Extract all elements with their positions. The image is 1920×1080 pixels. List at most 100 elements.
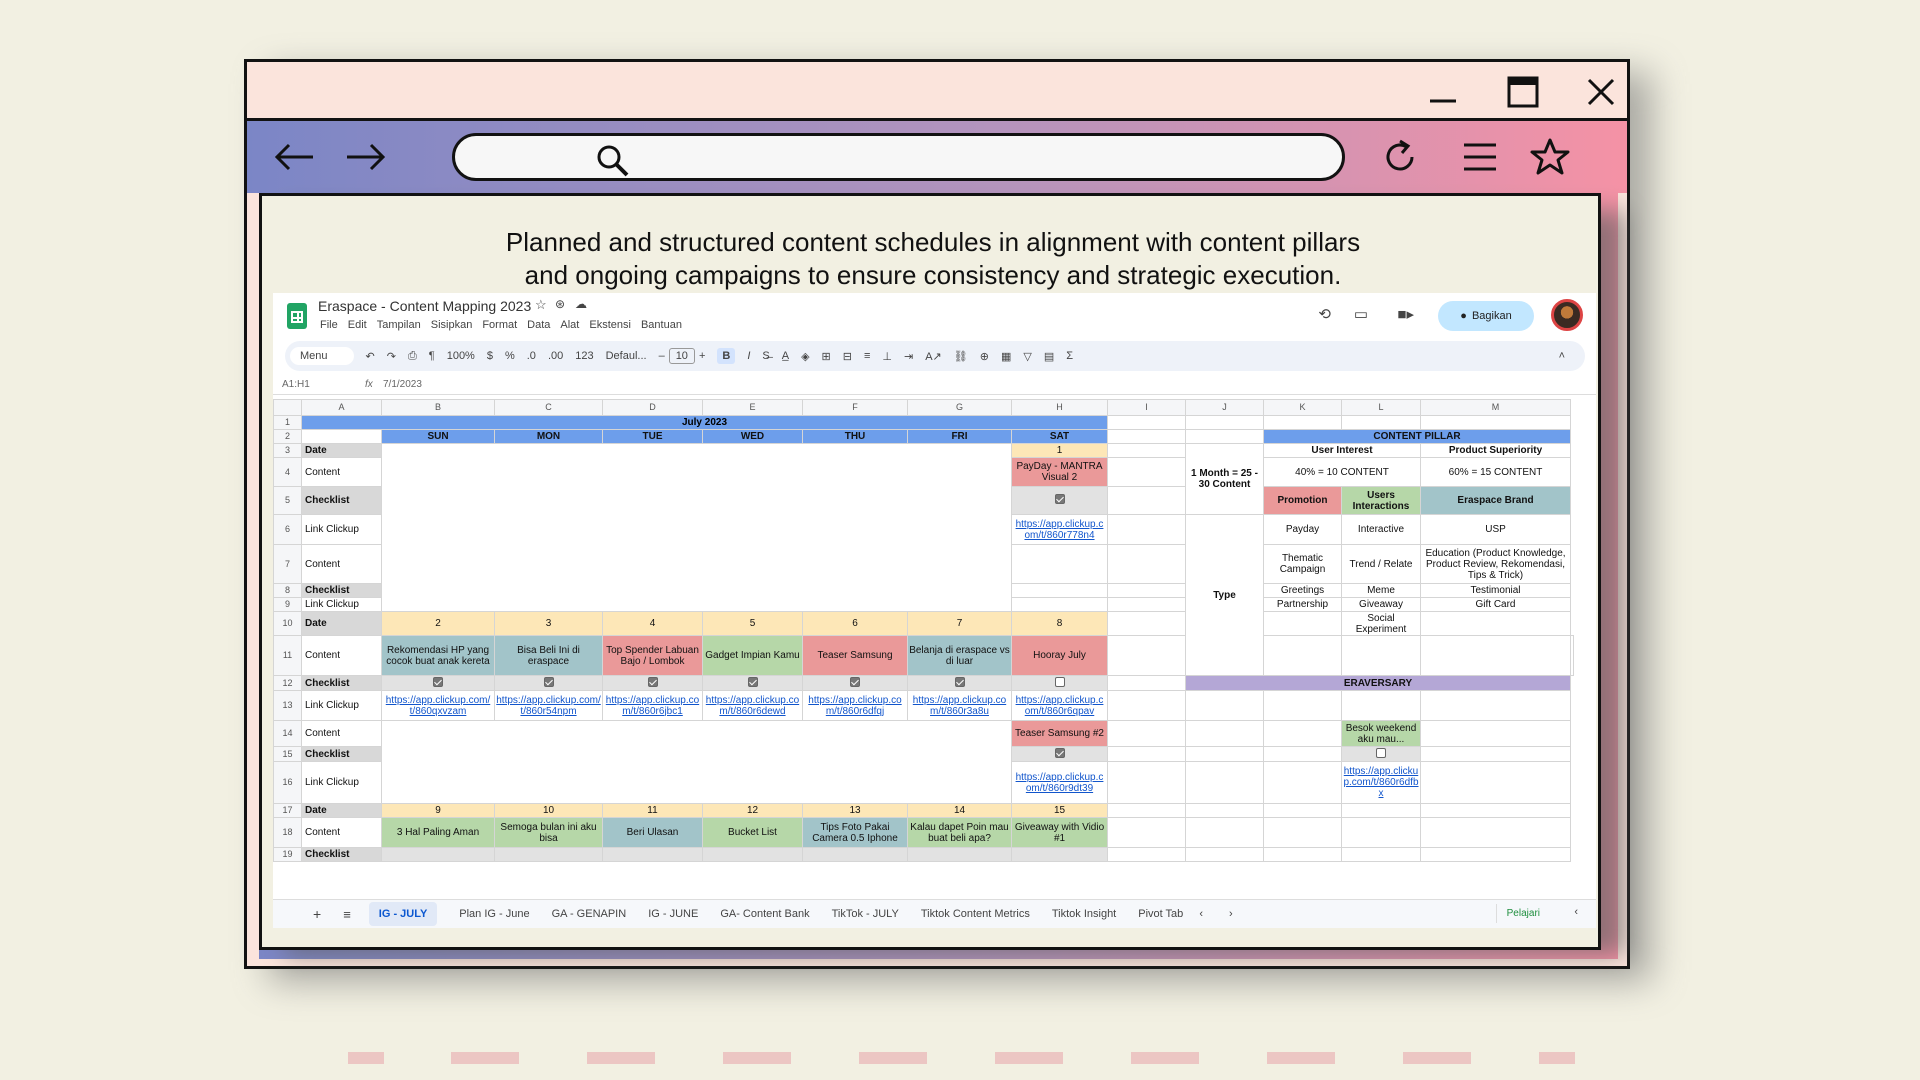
content-cell[interactable]: Teaser Samsung #2 — [1011, 720, 1108, 747]
cell[interactable] — [1263, 720, 1342, 747]
font-select[interactable]: Defaul... — [606, 350, 647, 362]
row-header[interactable]: 16 — [273, 761, 302, 804]
date-cell[interactable]: 1 — [1011, 443, 1108, 458]
arrow-left-icon[interactable] — [267, 133, 323, 181]
redo-icon[interactable]: ↷ — [387, 350, 396, 363]
row-header[interactable]: 8 — [273, 583, 302, 598]
borders-icon[interactable]: ⊞ — [822, 350, 831, 363]
pillar-k[interactable]: Payday — [1263, 514, 1342, 545]
month-title[interactable]: July 2023 — [301, 415, 1108, 430]
cell[interactable] — [802, 847, 908, 862]
align-icon[interactable]: ≡ — [864, 350, 870, 362]
date-cell[interactable]: 15 — [1011, 803, 1108, 818]
day-header[interactable]: THU — [802, 429, 908, 444]
col-header[interactable]: L — [1341, 399, 1421, 416]
checkbox[interactable] — [1054, 747, 1065, 758]
cell[interactable] — [1107, 675, 1186, 691]
collapse-side-icon[interactable]: ‹ — [1574, 906, 1578, 918]
col-header[interactable]: M — [1420, 399, 1571, 416]
hamburger-icon[interactable] — [1452, 133, 1508, 181]
cell[interactable] — [1341, 415, 1421, 430]
link-cell[interactable]: https://app.clickup.com/t/860r9dt39 — [1011, 761, 1108, 804]
content-cell[interactable]: PayDay - MANTRA Visual 2 — [1011, 457, 1108, 487]
cell[interactable] — [1107, 746, 1186, 762]
row-label-checklist[interactable]: Checklist — [301, 583, 382, 598]
row-header[interactable]: 12 — [273, 675, 302, 691]
pillar-m[interactable]: Testimonial — [1420, 583, 1571, 598]
content-cell[interactable]: Bucket List — [702, 817, 803, 848]
menu-help[interactable]: Bantuan — [641, 319, 682, 331]
day-header[interactable]: WED — [702, 429, 803, 444]
cell[interactable] — [1011, 583, 1108, 598]
pillar-title[interactable]: CONTENT PILLAR — [1263, 429, 1571, 444]
col-header[interactable]: K — [1263, 399, 1342, 416]
merge-icon[interactable]: ⊟ — [843, 350, 852, 363]
col-header[interactable]: J — [1185, 399, 1264, 416]
eraversary-title[interactable]: ERAVERSARY — [1185, 675, 1571, 691]
name-box[interactable]: A1:H1 — [282, 379, 310, 390]
day-header[interactable]: SAT — [1011, 429, 1108, 444]
valign-icon[interactable]: ⊥ — [882, 350, 892, 363]
close-icon[interactable] — [1573, 68, 1629, 116]
clickup-link[interactable]: https://app.clickup.com/t/860r9dt39 — [1016, 772, 1104, 794]
menu-edit[interactable]: Edit — [348, 319, 367, 331]
cell[interactable] — [1185, 761, 1264, 804]
content-cell[interactable]: Tips Foto Pakai Camera 0.5 Iphone — [802, 817, 908, 848]
cell[interactable] — [1107, 761, 1186, 804]
clickup-link[interactable]: https://app.clickup.com/t/860qxvzam — [386, 695, 491, 717]
star-icon[interactable] — [1522, 133, 1578, 181]
cell[interactable] — [1107, 415, 1186, 430]
row-header[interactable]: 10 — [273, 611, 302, 636]
pillar-m[interactable] — [1420, 611, 1571, 636]
row-label-content[interactable]: Content — [301, 457, 382, 487]
cell[interactable] — [602, 847, 703, 862]
content-cell[interactable]: Semoga bulan ini aku bisa — [494, 817, 603, 848]
link-icon[interactable]: ⛓ — [954, 350, 968, 363]
add-sheet-icon[interactable]: + — [313, 906, 321, 922]
cell[interactable] — [1107, 457, 1186, 487]
zoom-select[interactable]: 100% — [447, 350, 475, 362]
menu-format[interactable]: Format — [482, 319, 517, 331]
menu-extensions[interactable]: Ekstensi — [589, 319, 631, 331]
cell[interactable] — [1185, 720, 1264, 747]
tab-pivot[interactable]: Pivot Tab — [1138, 908, 1183, 920]
checklist-cell[interactable] — [1011, 486, 1108, 515]
decrease-decimal-button[interactable]: .0 — [527, 350, 536, 362]
cell[interactable] — [1570, 635, 1574, 676]
cell[interactable] — [1107, 611, 1186, 636]
clickup-link[interactable]: https://app.clickup.com/t/860r6jbc1 — [606, 695, 699, 717]
cell[interactable] — [1011, 544, 1108, 584]
row-header[interactable]: 2 — [273, 429, 302, 444]
italic-button[interactable]: I — [747, 350, 750, 362]
cell[interactable] — [702, 847, 803, 862]
functions-icon[interactable]: Σ — [1066, 350, 1073, 362]
cell[interactable] — [1420, 720, 1571, 747]
undo-icon[interactable]: ↶ — [366, 350, 375, 363]
cell[interactable] — [1420, 690, 1571, 721]
cell[interactable] — [1107, 514, 1186, 545]
cell[interactable] — [1107, 544, 1186, 584]
checklist-cell[interactable] — [494, 675, 603, 691]
row-header[interactable]: 9 — [273, 597, 302, 612]
tab-ig-june[interactable]: IG - JUNE — [648, 908, 698, 920]
increase-decimal-button[interactable]: .00 — [548, 350, 563, 362]
row-label-link[interactable]: Link Clickup — [301, 597, 382, 612]
tab-tiktok-content-metrics[interactable]: Tiktok Content Metrics — [921, 908, 1030, 920]
checkbox[interactable] — [747, 676, 758, 687]
pillar-l[interactable]: Trend / Relate — [1341, 544, 1421, 584]
maximize-icon[interactable] — [1495, 68, 1551, 116]
col-header[interactable]: F — [802, 399, 908, 416]
cell[interactable] — [1107, 690, 1186, 721]
menu-file[interactable]: File — [320, 319, 338, 331]
col-header[interactable]: E — [702, 399, 803, 416]
paint-format-icon[interactable]: ¶ — [429, 350, 435, 362]
pillar-m[interactable]: Gift Card — [1420, 597, 1571, 612]
cell[interactable] — [1341, 803, 1421, 818]
checkbox[interactable] — [954, 676, 965, 687]
row-header[interactable]: 3 — [273, 443, 302, 458]
content-cell[interactable]: Gadget Impian Kamu — [702, 635, 803, 676]
content-cell[interactable]: Giveaway with Vidio #1 — [1011, 817, 1108, 848]
formula-input[interactable]: 7/1/2023 — [383, 379, 422, 390]
checklist-cell[interactable] — [702, 675, 803, 691]
font-size-input[interactable]: 10 — [668, 348, 695, 364]
